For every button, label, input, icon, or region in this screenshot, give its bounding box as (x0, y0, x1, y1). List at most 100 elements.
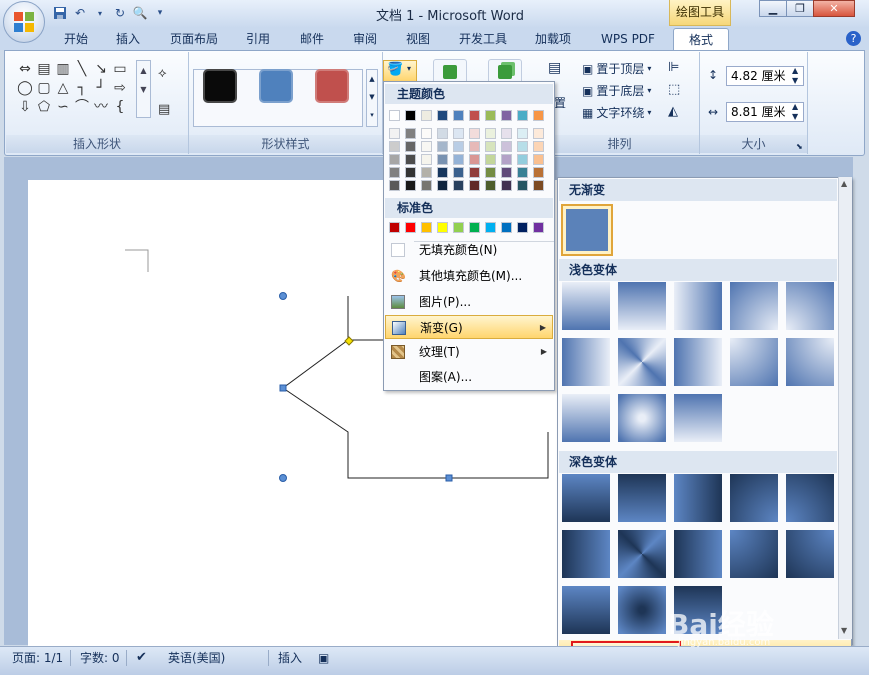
theme-color-shade-swatch[interactable] (533, 180, 544, 191)
shape-gallery[interactable]: ⇔ ▤ ▥ ╲ ↘ ▭ ◯ ▢ △ ┐ ┘ ⇨ ⇩ ⬠ ∽ ⌒ 〰 { (16, 60, 134, 116)
light-gradient-variant[interactable] (730, 282, 778, 330)
selection-handle[interactable] (279, 384, 287, 392)
dark-gradient-variant[interactable] (786, 474, 834, 522)
dark-gradient-variant[interactable] (562, 530, 610, 578)
tab-format[interactable]: 格式 (673, 28, 729, 50)
close-button[interactable]: ✕ (813, 0, 855, 17)
no-gradient-option[interactable] (561, 204, 613, 256)
theme-color-swatch[interactable] (453, 110, 464, 121)
theme-color-shade-swatch[interactable] (517, 141, 528, 152)
theme-color-shade-swatch[interactable] (485, 167, 496, 178)
theme-color-shade-swatch[interactable] (453, 154, 464, 165)
dark-gradient-variant[interactable] (730, 530, 778, 578)
theme-color-swatch[interactable] (469, 110, 480, 121)
tab-page-layout[interactable]: 页面布局 (163, 28, 225, 50)
menu-item-picture[interactable]: 图片(P)... (385, 290, 553, 314)
shape-curve-icon[interactable]: ∽ (54, 98, 72, 116)
style-gallery-scroll[interactable]: ▲ ▼ ▾ (366, 69, 378, 127)
align-icon[interactable]: ⊫ (668, 60, 679, 75)
scroll-down-icon[interactable]: ▼ (841, 626, 847, 635)
menu-item-pattern[interactable]: 图案(A)... (385, 365, 553, 389)
standard-color-swatch[interactable] (453, 222, 464, 233)
theme-color-shade-swatch[interactable] (405, 154, 416, 165)
standard-color-swatch[interactable] (405, 222, 416, 233)
shape-arc-icon[interactable]: ⌒ (73, 98, 91, 116)
theme-color-shade-swatch[interactable] (517, 180, 528, 191)
width-spinner[interactable]: ▲ ▼ (792, 102, 798, 122)
tab-insert[interactable]: 插入 (108, 28, 148, 50)
theme-color-shade-swatch[interactable] (533, 167, 544, 178)
light-gradient-variant[interactable] (618, 338, 666, 386)
theme-color-shade-swatch[interactable] (437, 128, 448, 139)
shape-fill-button[interactable]: 🪣 ▾ (383, 60, 417, 82)
theme-color-swatch[interactable] (501, 110, 512, 121)
shape-vertical-textbox-icon[interactable]: ▥ (54, 60, 72, 78)
dark-gradient-variant[interactable] (786, 530, 834, 578)
dropdown-arrow-icon[interactable]: ▾ (92, 5, 108, 21)
theme-color-shade-swatch[interactable] (485, 180, 496, 191)
shape-pentagon-icon[interactable]: ⬠ (35, 98, 53, 116)
dark-gradient-variant[interactable] (618, 530, 666, 578)
menu-item-no-fill[interactable]: 无填充颜色(N) (385, 238, 553, 262)
bring-to-front-button[interactable]: ▣ 置于顶层 ▾ (582, 60, 651, 77)
tab-developer[interactable]: 开发工具 (452, 28, 514, 50)
theme-color-shade-swatch[interactable] (453, 167, 464, 178)
theme-color-shade-swatch[interactable] (453, 141, 464, 152)
standard-color-swatch[interactable] (469, 222, 480, 233)
shape-horizontal-arrow-icon[interactable]: ⇔ (16, 60, 34, 78)
shape-line-icon[interactable]: ╲ (73, 60, 91, 78)
light-gradient-variant[interactable] (562, 338, 610, 386)
tab-addins[interactable]: 加载项 (528, 28, 578, 50)
standard-color-swatch[interactable] (389, 222, 400, 233)
position-label[interactable]: 置 (554, 94, 566, 111)
theme-color-shade-swatch[interactable] (421, 167, 432, 178)
theme-color-shade-swatch[interactable] (533, 141, 544, 152)
shape-down-arrow-icon[interactable]: ⇩ (16, 98, 34, 116)
theme-color-shade-swatch[interactable] (453, 128, 464, 139)
selection-handle[interactable] (279, 292, 287, 300)
light-gradient-variant[interactable] (618, 282, 666, 330)
standard-color-swatch[interactable] (517, 222, 528, 233)
shape-style-red[interactable] (315, 69, 349, 103)
theme-color-shade-swatch[interactable] (389, 128, 400, 139)
theme-color-swatch[interactable] (533, 110, 544, 121)
shape-style-blue[interactable] (259, 69, 293, 103)
light-gradient-variant[interactable] (730, 338, 778, 386)
shape-gallery-scroll[interactable]: ▲ ▼ (136, 60, 151, 118)
theme-color-shade-swatch[interactable] (453, 180, 464, 191)
minimize-button[interactable]: ▁ (759, 0, 787, 17)
theme-color-shade-swatch[interactable] (501, 154, 512, 165)
selection-handle[interactable] (445, 474, 453, 482)
status-word-count[interactable]: 字数: 0 (80, 647, 120, 669)
shape-rectangle-icon[interactable]: ▭ (111, 60, 129, 78)
selection-handle[interactable] (279, 474, 287, 482)
undo-icon[interactable]: ↶ (72, 5, 88, 21)
standard-color-swatch[interactable] (485, 222, 496, 233)
office-button[interactable] (3, 1, 45, 43)
light-gradient-variant[interactable] (674, 394, 722, 442)
dark-gradient-variant[interactable] (562, 474, 610, 522)
theme-color-shade-swatch[interactable] (389, 180, 400, 191)
tab-view[interactable]: 视图 (398, 28, 438, 50)
print-preview-icon[interactable]: 🔍 (132, 5, 148, 21)
group-objects-icon[interactable]: ⬚ (668, 82, 680, 97)
theme-color-shade-swatch[interactable] (501, 167, 512, 178)
save-icon[interactable] (52, 5, 68, 21)
theme-color-shade-swatch[interactable] (389, 141, 400, 152)
standard-color-swatch[interactable] (437, 222, 448, 233)
shape-arrow-line-icon[interactable]: ↘ (92, 60, 110, 78)
scroll-up-icon[interactable]: ▲ (841, 179, 847, 188)
theme-color-shade-swatch[interactable] (517, 154, 528, 165)
theme-color-shade-swatch[interactable] (421, 154, 432, 165)
light-gradient-variant[interactable] (562, 394, 610, 442)
shape-elbow-arrow-icon[interactable]: ┘ (92, 79, 110, 97)
light-gradient-variant[interactable] (562, 282, 610, 330)
shape-oval-icon[interactable]: ◯ (16, 79, 34, 97)
theme-color-shade-swatch[interactable] (437, 141, 448, 152)
tab-references[interactable]: 引用 (238, 28, 278, 50)
theme-color-shade-swatch[interactable] (517, 128, 528, 139)
light-gradient-variant[interactable] (674, 282, 722, 330)
shape-elbow-connector-icon[interactable]: ┐ (73, 79, 91, 97)
shape-textbox-icon[interactable]: ▤ (35, 60, 53, 78)
status-language[interactable]: 英语(美国) (168, 647, 225, 669)
